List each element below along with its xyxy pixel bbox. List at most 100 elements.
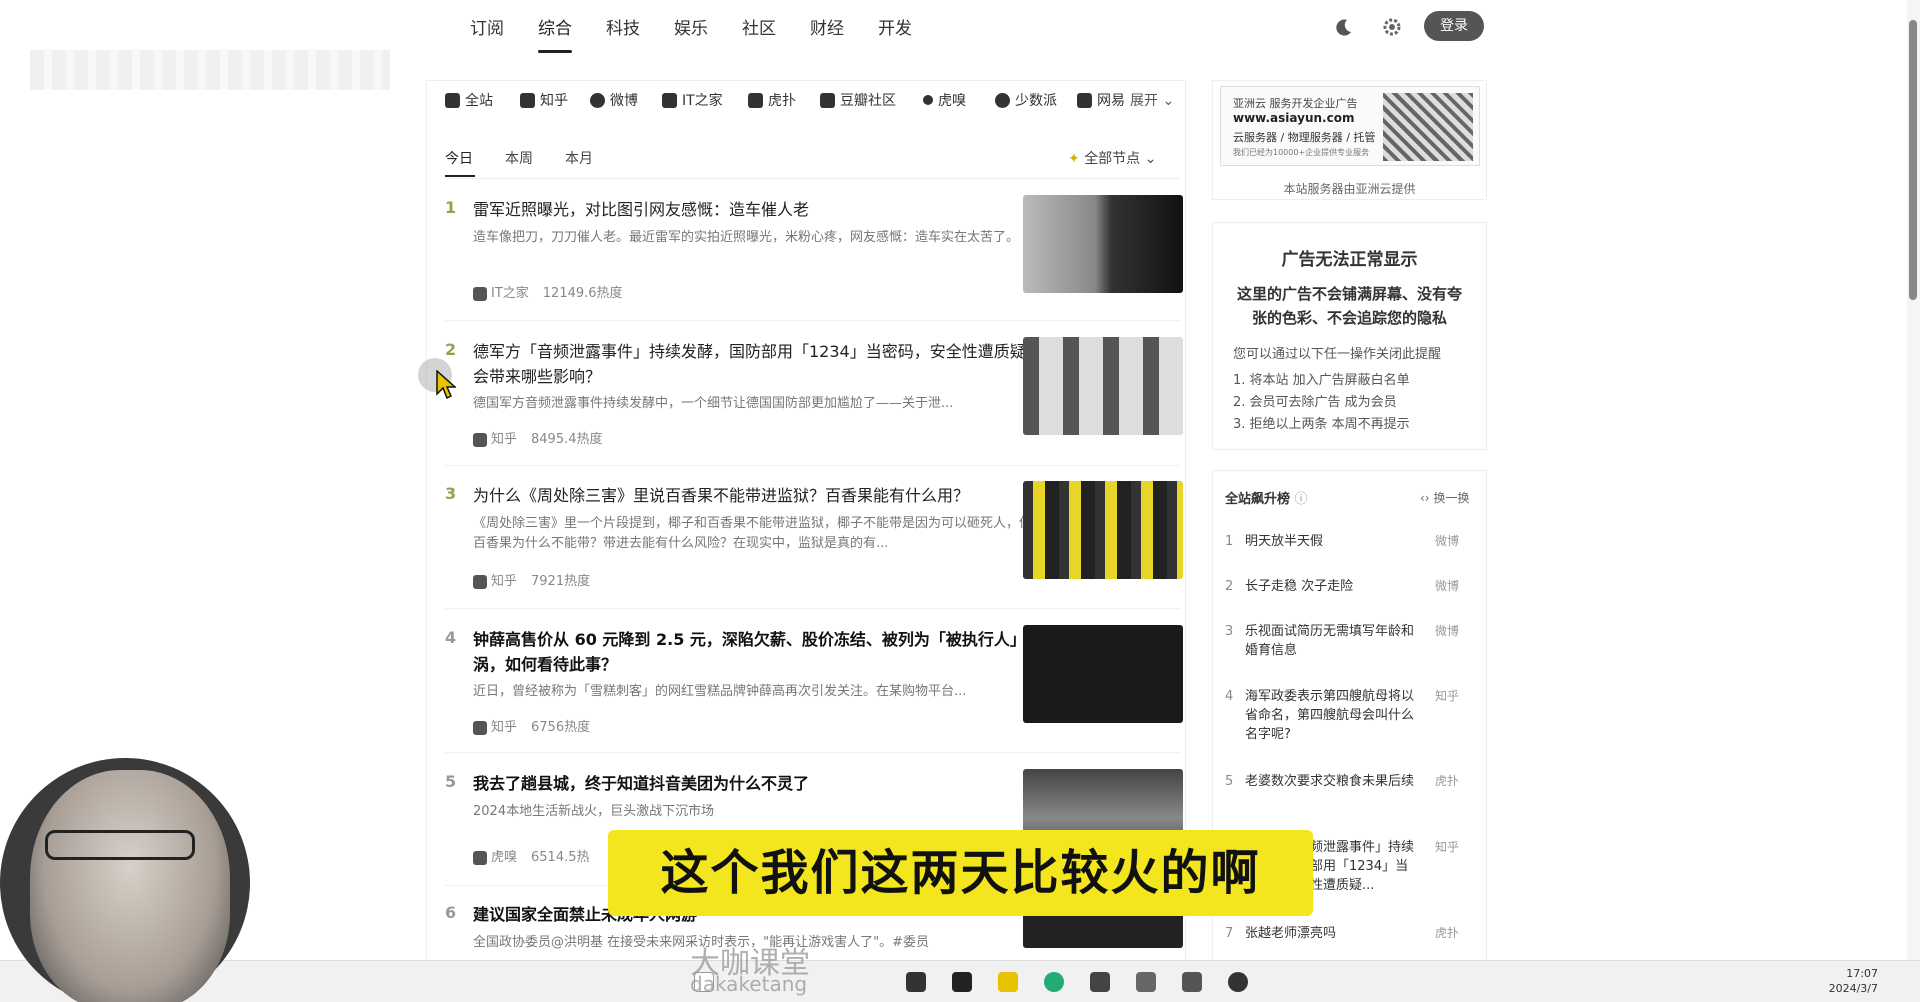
adblock-subtitle: 这里的广告不会铺满屏幕、没有夸张的色彩、不会追踪您的隐私 [1236, 285, 1462, 327]
mouse-cursor-icon [436, 369, 457, 404]
item-title[interactable]: 我去了趟县城，终于知道抖音美团为什么不灵了 [473, 771, 1043, 796]
adblock-title: 广告无法正常显示 [1281, 250, 1418, 270]
text-icon[interactable] [1136, 972, 1156, 992]
app-icon[interactable] [1182, 972, 1202, 992]
item-summary: 2024本地生活新战火，巨头激战下沉市场 [473, 804, 715, 819]
tab-subscribe[interactable]: 订阅 [470, 14, 504, 39]
item-thumbnail[interactable] [1023, 625, 1183, 723]
item-title[interactable]: 为什么《周处除三害》里说百香果不能带进监狱？百香果能有什么用？ [473, 483, 1043, 508]
tab-this-month[interactable]: 本月 [565, 148, 593, 168]
scrollbar-thumb[interactable] [1909, 20, 1917, 300]
server-illustration [1383, 93, 1473, 161]
tab-dev[interactable]: 开发 [878, 14, 912, 39]
all-nodes-dropdown[interactable]: ✦ 全部节点 ⌄ [1068, 148, 1156, 168]
item-summary: 德国军方音频泄露事件持续发酵中，一个细节让德国国防部更加尴尬了——关于泄... [473, 396, 954, 411]
item-thumbnail[interactable] [1023, 481, 1183, 579]
rank-number: 5 [445, 772, 457, 791]
ad-banner[interactable]: 亚洲云 服务开发企业广告 www.asiayun.com 云服务器 / 物理服务… [1220, 86, 1480, 166]
item-title[interactable]: 德军方「音频泄露事件」持续发酵，国防部用「1234」当密码，安全性遭质疑，会带来… [473, 339, 1043, 389]
source-hupu[interactable]: 虎扑 [748, 90, 796, 110]
taskbar-clock[interactable]: 17:07 2024/3/7 [1808, 966, 1878, 996]
item-meta: IT之家 12149.6热度 [473, 282, 623, 301]
tab-finance[interactable]: 财经 [810, 14, 844, 39]
divider [445, 465, 1180, 466]
zhihu-icon [473, 574, 487, 589]
adblock-option-whitelist[interactable]: 1. 将本站 加入广告屏蔽白名单 [1233, 369, 1410, 388]
ithome-icon [662, 92, 677, 108]
tab-community[interactable]: 社区 [742, 14, 776, 39]
dark-mode-icon[interactable] [1333, 16, 1355, 38]
feed-item[interactable]: 2 德军方「音频泄露事件」持续发酵，国防部用「1234」当密码，安全性遭质疑，会… [445, 337, 1185, 450]
item-summary: 《周处除三害》里一个片段提到，椰子和百香果不能带进监狱，椰子不能带是因为可以砸死… [473, 516, 1033, 551]
weibo-icon [590, 92, 605, 108]
source-filter-bar: 全站 知乎 微博 IT之家 虎扑 豆瓣社区 虎嗅 少数派 网易 [445, 88, 1185, 116]
item-meta: 虎嗅 6514.5热 [473, 846, 590, 865]
trending-title: 全站飙升榜 ⓘ [1225, 492, 1308, 507]
divider [445, 752, 1180, 753]
ad-caption: 本站服务器由亚洲云提供 [1283, 182, 1416, 196]
divider [445, 178, 1180, 179]
item-title[interactable]: 钟薛高售价从 60 元降到 2.5 元，深陷欠薪、股价冻结、被列为「被执行人」旋… [473, 627, 1043, 677]
feed-item[interactable]: 3 为什么《周处除三害》里说百香果不能带进监狱？百香果能有什么用？ 《周处除三害… [445, 481, 1185, 594]
netease-icon [1077, 92, 1092, 108]
zhihu-icon [473, 720, 487, 735]
adblock-hint: 您可以通过以下任一操作关闭此提醒 [1233, 347, 1442, 362]
tab-general[interactable]: 综合 [538, 14, 572, 39]
rank-number: 1 [445, 198, 457, 217]
chevron-down-icon: ⌄ [1144, 151, 1157, 167]
feed-item[interactable]: 1 雷军近照曝光，对比图引网友感慨：造车催人老 造车像把刀，刀刀催人老。最近雷军… [445, 195, 1185, 308]
settings-gear-icon[interactable] [1381, 16, 1403, 38]
source-sspai[interactable]: 少数派 [995, 90, 1057, 110]
divider [445, 320, 1180, 321]
watermark-subtitle: dakaketang [690, 972, 808, 996]
rank-number: 4 [445, 628, 457, 647]
tab-tech[interactable]: 科技 [606, 14, 640, 39]
login-button[interactable]: 登录 [1424, 11, 1484, 41]
source-douban[interactable]: 豆瓣社区 [820, 90, 896, 110]
swap-button[interactable]: ‹› 换一换 [1420, 489, 1469, 506]
item-meta: 知乎 6756热度 [473, 716, 590, 735]
sspai-icon [995, 92, 1010, 108]
zhihu-icon [473, 432, 487, 447]
rank-number: 3 [445, 484, 457, 503]
active-tab-indicator [538, 50, 572, 53]
ithome-icon [473, 286, 487, 301]
app-icon[interactable] [1090, 972, 1110, 992]
video-subtitle: 这个我们这两天比较火的啊 [608, 830, 1313, 916]
rank-number: 6 [445, 903, 457, 922]
sparkle-icon: ✦ [1068, 151, 1080, 167]
tab-today[interactable]: 今日 [445, 148, 473, 168]
active-subtab-indicator [445, 175, 475, 177]
presenter-face [30, 770, 230, 1002]
info-icon[interactable]: ⓘ [1295, 492, 1308, 507]
source-all[interactable]: 全站 [445, 90, 493, 110]
app-icon[interactable] [1228, 972, 1248, 992]
item-thumbnail[interactable] [1023, 195, 1183, 293]
app-icon[interactable] [906, 972, 926, 992]
item-summary: 近日，曾经被称为「雪糕刺客」的网红雪糕品牌钟薛高再次引发关注。在某购物平台... [473, 684, 967, 699]
source-weibo[interactable]: 微博 [590, 90, 638, 110]
zhihu-icon [520, 92, 535, 108]
source-ithome[interactable]: IT之家 [662, 90, 723, 110]
adblock-option-member[interactable]: 2. 会员可去除广告 成为会员 [1233, 391, 1397, 410]
chevron-down-icon: ⌄ [1162, 93, 1175, 109]
source-zhihu[interactable]: 知乎 [520, 90, 568, 110]
all-icon [445, 92, 460, 108]
source-netease[interactable]: 网易 [1077, 90, 1125, 110]
source-huxiu[interactable]: 虎嗅 [923, 90, 966, 110]
folder-icon[interactable] [998, 972, 1018, 992]
site-logo[interactable] [30, 50, 390, 90]
item-summary: 造车像把刀，刀刀催人老。最近雷军的实拍近照曝光，米粉心疼，网友感慨：造车实在太苦… [473, 230, 1020, 245]
app-icon[interactable] [952, 972, 972, 992]
feed-item[interactable]: 4 钟薛高售价从 60 元降到 2.5 元，深陷欠薪、股价冻结、被列为「被执行人… [445, 625, 1185, 738]
browser-icon[interactable] [1044, 972, 1064, 992]
hupu-icon [748, 92, 763, 108]
item-thumbnail[interactable] [1023, 337, 1183, 435]
expand-sources-button[interactable]: 展开 ⌄ [1130, 90, 1174, 110]
item-meta: 知乎 7921热度 [473, 570, 590, 589]
item-title[interactable]: 雷军近照曝光，对比图引网友感慨：造车催人老 [473, 197, 1043, 222]
adblock-option-dismiss[interactable]: 3. 拒绝以上两条 本周不再提示 [1233, 413, 1410, 432]
tab-this-week[interactable]: 本周 [505, 148, 533, 168]
douban-icon [820, 92, 835, 108]
tab-entertainment[interactable]: 娱乐 [674, 14, 708, 39]
